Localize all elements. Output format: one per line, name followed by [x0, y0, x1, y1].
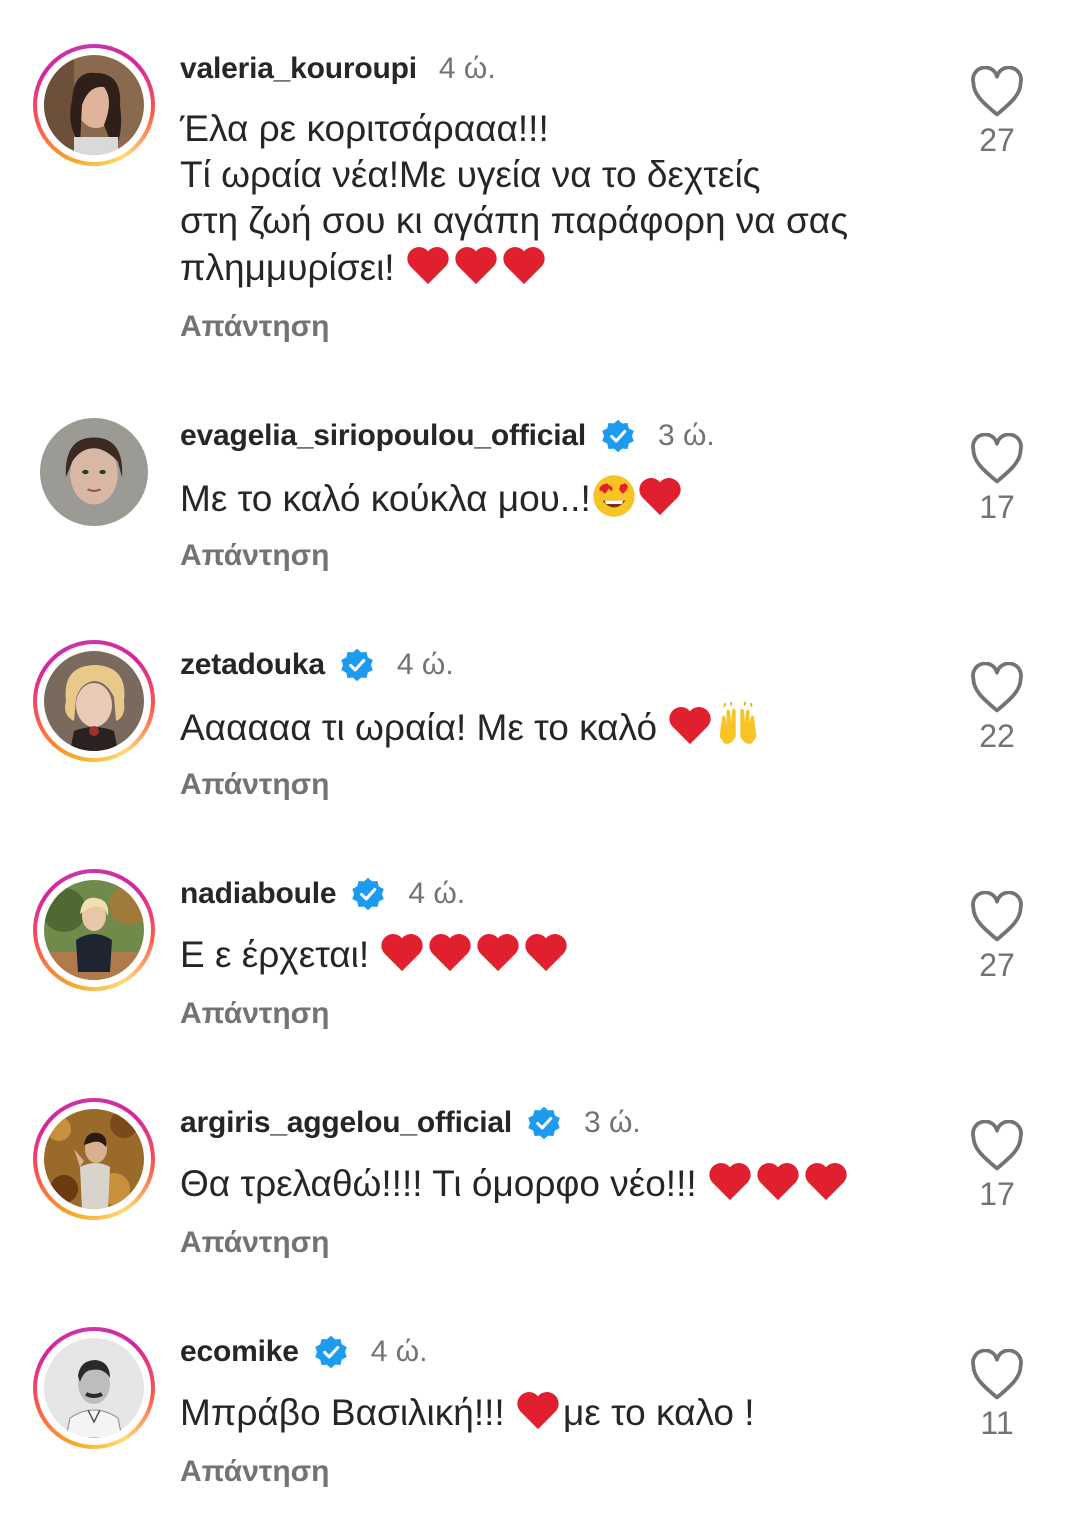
red-heart-emoji	[455, 247, 497, 285]
red-heart-emoji	[477, 934, 520, 972]
timestamp: 3 ώ.	[657, 419, 715, 452]
timestamp: 4 ώ.	[396, 648, 454, 681]
like-icon[interactable]	[968, 662, 1026, 714]
red-heart-emoji	[381, 934, 424, 972]
avatar-story-ring[interactable]	[33, 44, 155, 166]
red-heart-emoji	[639, 478, 681, 516]
reply-button[interactable]: Απάντηση	[180, 1455, 330, 1489]
timestamp: 4 ώ.	[408, 877, 466, 910]
verified-badge-icon	[313, 1334, 349, 1370]
comment-text: Θα τρελαθώ!!!! Τι όμορφο νέο!!!	[180, 1160, 920, 1207]
avatar-container[interactable]	[40, 418, 148, 526]
username[interactable]: valeria_kouroupi	[180, 52, 417, 86]
red-heart-emoji	[429, 934, 472, 972]
like-icon[interactable]	[968, 1120, 1026, 1172]
red-heart-emoji	[407, 247, 449, 285]
like-count: 17	[979, 489, 1015, 525]
avatar-story-ring[interactable]	[33, 1327, 155, 1449]
red-heart-emoji	[503, 247, 545, 285]
avatar[interactable]	[44, 651, 144, 751]
verified-badge-icon	[526, 1105, 562, 1141]
verified-badge-icon	[350, 876, 386, 912]
like-count: 27	[979, 947, 1015, 983]
like-icon[interactable]	[968, 1349, 1026, 1401]
comment-text: Με το καλό κούκλα μου..!	[180, 473, 920, 522]
reply-button[interactable]: Απάντηση	[180, 768, 330, 802]
like-icon[interactable]	[968, 433, 1026, 485]
timestamp: 4 ώ.	[438, 52, 496, 85]
red-heart-emoji	[669, 707, 711, 745]
avatar[interactable]	[40, 418, 148, 526]
red-heart-emoji	[517, 1392, 559, 1430]
red-heart-emoji	[757, 1163, 799, 1201]
like-count: 11	[980, 1405, 1014, 1441]
reply-button[interactable]: Απάντηση	[180, 539, 330, 573]
verified-badge-icon	[339, 647, 375, 683]
avatar[interactable]	[44, 1338, 144, 1438]
like-icon[interactable]	[968, 891, 1026, 943]
like-count: 22	[979, 718, 1015, 754]
like-icon[interactable]	[968, 66, 1026, 118]
comment-text: Αααααα τι ωραία! Με το καλό	[180, 702, 920, 751]
comments-list: valeria_kouroupi 4 ώ. Έλα ρε κοριτσάρααα…	[0, 0, 1080, 1523]
username[interactable]: ecomike	[180, 1335, 299, 1369]
red-heart-emoji	[709, 1163, 751, 1201]
avatar[interactable]	[44, 880, 144, 980]
red-heart-emoji	[525, 934, 568, 972]
avatar-story-ring[interactable]	[33, 1098, 155, 1220]
heart-eyes-emoji	[593, 475, 635, 517]
reply-button[interactable]: Απάντηση	[180, 1226, 330, 1260]
comment-text: Ε ε έρχεται!	[180, 931, 920, 978]
comment-text: Μπράβο Βασιλική!!! με το καλο !	[180, 1389, 920, 1436]
avatar-story-ring[interactable]	[33, 640, 155, 762]
reply-button[interactable]: Απάντηση	[180, 997, 330, 1031]
red-heart-emoji	[805, 1163, 847, 1201]
username[interactable]: evagelia_siriopoulou_official	[180, 419, 586, 453]
like-count: 27	[979, 122, 1015, 158]
comment-text: Έλα ρε κοριτσάρααα!!! Τί ωραία νέα!Με υγ…	[180, 108, 849, 288]
reply-button[interactable]: Απάντηση	[180, 310, 330, 344]
verified-badge-icon	[600, 418, 636, 454]
raising-hands-emoji	[719, 702, 757, 744]
avatar-story-ring[interactable]	[33, 869, 155, 991]
username[interactable]: nadiaboule	[180, 877, 337, 911]
timestamp: 4 ώ.	[370, 1335, 428, 1368]
like-count: 17	[979, 1176, 1015, 1212]
avatar[interactable]	[44, 1109, 144, 1209]
avatar[interactable]	[44, 55, 144, 155]
timestamp: 3 ώ.	[583, 1106, 641, 1139]
username[interactable]: zetadouka	[180, 648, 325, 682]
username[interactable]: argiris_aggelou_official	[180, 1106, 512, 1140]
